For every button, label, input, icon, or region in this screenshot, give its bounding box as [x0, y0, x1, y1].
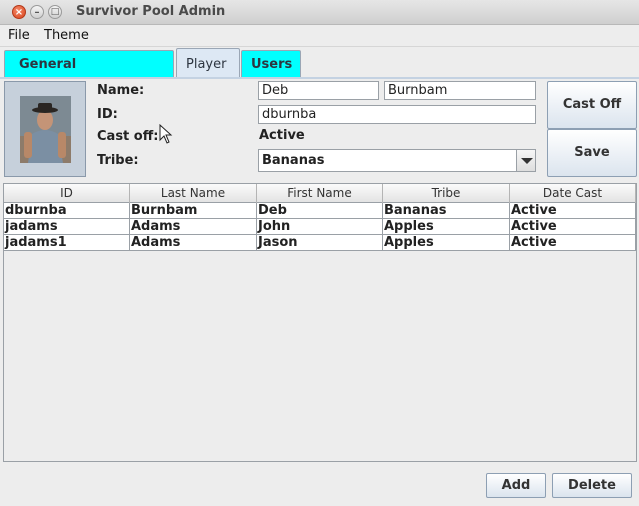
first-name-field[interactable]: Deb — [258, 81, 379, 100]
table-cell: Bananas — [383, 203, 510, 219]
table-row[interactable]: dburnba Burnbam Deb Bananas Active — [4, 203, 636, 219]
tab-player[interactable]: Player — [176, 48, 240, 77]
table-cell: Adams — [130, 235, 257, 251]
table-row[interactable]: jadams1 Adams Jason Apples Active — [4, 235, 636, 251]
column-header-last-name[interactable]: Last Name — [130, 184, 257, 203]
maximize-icon[interactable]: □ — [48, 5, 62, 19]
id-field[interactable]: dburnba — [258, 105, 536, 124]
player-image — [20, 96, 71, 163]
menu-file[interactable]: File — [8, 28, 30, 43]
tab-users-label: Users — [251, 57, 293, 72]
cast-off-button[interactable]: Cast Off — [547, 81, 637, 129]
table-cell: Adams — [130, 219, 257, 235]
table-cell: dburnba — [4, 203, 130, 219]
tab-general[interactable]: General — [4, 50, 174, 77]
table-cell: Active — [510, 219, 636, 235]
mouse-pointer-icon — [159, 124, 173, 144]
table-cell: Active — [510, 203, 636, 219]
table-cell: jadams — [4, 219, 130, 235]
save-button[interactable]: Save — [547, 129, 637, 177]
close-icon[interactable]: × — [12, 5, 26, 19]
tab-divider — [0, 77, 639, 79]
title-bar[interactable]: × – □ Survivor Pool Admin — [0, 0, 639, 25]
column-header-tribe[interactable]: Tribe — [383, 184, 510, 203]
delete-button[interactable]: Delete — [552, 473, 632, 498]
table-cell: Burnbam — [130, 203, 257, 219]
column-header-first-name[interactable]: First Name — [257, 184, 383, 203]
tab-general-label: General — [19, 57, 77, 72]
table-cell: Deb — [257, 203, 383, 219]
chevron-down-icon[interactable] — [516, 150, 535, 171]
tab-users[interactable]: Users — [241, 50, 301, 77]
table-header: ID Last Name First Name Tribe Date Cast — [4, 184, 636, 203]
table-cell: Jason — [257, 235, 383, 251]
minimize-icon[interactable]: – — [30, 5, 44, 19]
players-table[interactable]: ID Last Name First Name Tribe Date Cast … — [3, 183, 637, 462]
tribe-select-value: Bananas — [262, 153, 325, 168]
tribe-label: Tribe: — [97, 153, 139, 168]
column-header-date-cast[interactable]: Date Cast — [510, 184, 636, 203]
add-button[interactable]: Add — [486, 473, 546, 498]
table-cell: Apples — [383, 219, 510, 235]
name-label: Name: — [97, 83, 145, 98]
table-row[interactable]: jadams Adams John Apples Active — [4, 219, 636, 235]
table-cell: jadams1 — [4, 235, 130, 251]
tribe-select[interactable]: Bananas — [258, 149, 536, 172]
tab-player-label: Player — [186, 57, 227, 72]
table-cell: John — [257, 219, 383, 235]
castoff-status: Active — [259, 128, 305, 143]
last-name-field[interactable]: Burnbam — [384, 81, 536, 100]
castoff-label: Cast off: — [97, 129, 159, 144]
player-photo — [4, 81, 86, 177]
menu-theme[interactable]: Theme — [44, 28, 89, 43]
id-label: ID: — [97, 107, 118, 122]
table-cell: Active — [510, 235, 636, 251]
window-title: Survivor Pool Admin — [76, 4, 226, 19]
table-cell: Apples — [383, 235, 510, 251]
menu-bar: File Theme — [0, 25, 639, 47]
app-window: × – □ Survivor Pool Admin File Theme Gen… — [0, 0, 639, 506]
column-header-id[interactable]: ID — [4, 184, 130, 203]
